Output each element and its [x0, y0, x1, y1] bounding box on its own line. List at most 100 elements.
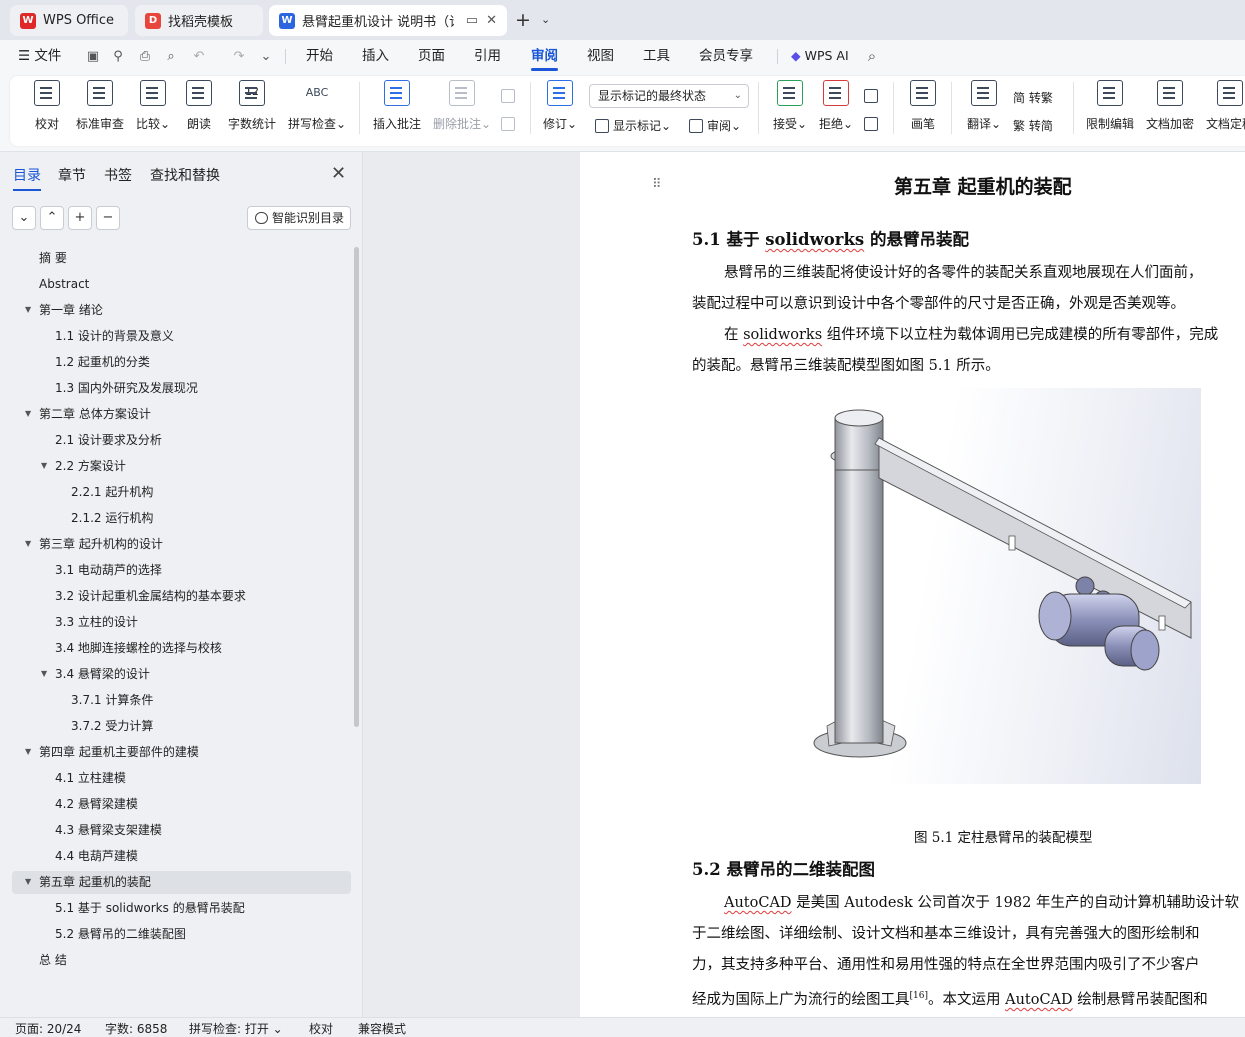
- drag-handle-icon[interactable]: ⠿: [652, 177, 662, 192]
- pen-button[interactable]: 画笔: [910, 80, 936, 132]
- delete-comment-button[interactable]: 删除批注⌄: [433, 80, 491, 132]
- smart-toc-button[interactable]: 智能识别目录: [247, 206, 351, 230]
- expand-triangle-icon[interactable]: ▼: [25, 403, 31, 425]
- expand-down-button[interactable]: ⌄: [12, 206, 36, 230]
- previous-change-button[interactable]: [864, 89, 882, 103]
- standard-review-button[interactable]: 标准审查: [76, 80, 124, 132]
- accept-button[interactable]: 接受⌄: [773, 80, 807, 132]
- doc-finalize-button[interactable]: 文档定稿: [1206, 80, 1245, 132]
- print-preview-icon[interactable]: ⌕: [163, 49, 179, 64]
- close-icon[interactable]: ✕: [331, 163, 346, 184]
- print-icon[interactable]: ⎙: [137, 49, 153, 64]
- toc-item[interactable]: 3.7.1 计算条件: [71, 689, 153, 711]
- word-count-button[interactable]: 12 字数统计: [228, 80, 276, 132]
- toc-item[interactable]: 4.1 立柱建模: [55, 767, 126, 789]
- restrict-edit-button[interactable]: 限制编辑: [1086, 80, 1134, 132]
- doc-encrypt-button[interactable]: 文档加密: [1146, 80, 1194, 132]
- tab-find-replace[interactable]: 查找和替换: [150, 165, 220, 185]
- toc-item[interactable]: 1.1 设计的背景及意义: [55, 325, 174, 347]
- next-comment-button[interactable]: [501, 117, 519, 131]
- markup-state-select[interactable]: 显示标记的最终状态 ⌄: [589, 84, 749, 108]
- add-heading-button[interactable]: +: [68, 206, 92, 230]
- toc-item[interactable]: 5.2 悬臂吊的二维装配图: [55, 923, 186, 945]
- link-icon[interactable]: ⚲: [110, 49, 126, 64]
- toc-item[interactable]: 3.7.2 受力计算: [71, 715, 153, 737]
- tab-toc[interactable]: 目录: [13, 165, 41, 191]
- redo-icon[interactable]: ↷: [231, 49, 247, 64]
- toc-item[interactable]: 总 结: [39, 949, 67, 971]
- wps-ai-button[interactable]: ◆ WPS AI: [791, 47, 849, 65]
- collapse-up-button[interactable]: ⌃: [40, 206, 64, 230]
- monitor-icon[interactable]: ▭: [466, 13, 478, 28]
- toc-item[interactable]: ▼ 第一章 绪论: [25, 299, 103, 321]
- toc-item[interactable]: 1.2 起重机的分类: [55, 351, 150, 373]
- spell-check-button[interactable]: ABC 拼写检查⌄: [288, 80, 346, 132]
- read-aloud-button[interactable]: 朗读: [186, 80, 212, 132]
- search-icon[interactable]: ⌕: [864, 49, 880, 64]
- toc-item[interactable]: ▼ 3.4 悬臂梁的设计: [41, 663, 150, 685]
- to-traditional-button[interactable]: 简 转繁: [1013, 89, 1053, 106]
- toc-item[interactable]: 4.2 悬臂梁建模: [55, 793, 138, 815]
- expand-triangle-icon[interactable]: ▼: [25, 299, 31, 321]
- chevron-down-icon[interactable]: ⌄: [541, 13, 550, 26]
- menu-view[interactable]: 视图: [587, 47, 614, 65]
- close-icon[interactable]: ✕: [486, 13, 497, 28]
- save-icon[interactable]: ▣: [85, 49, 101, 64]
- toc-item[interactable]: ▼ 第二章 总体方案设计: [25, 403, 151, 425]
- undo-icon[interactable]: ↶: [191, 49, 207, 64]
- toc-item[interactable]: ▼ 第四章 起重机主要部件的建模: [25, 741, 199, 763]
- menu-review[interactable]: 审阅: [531, 47, 558, 71]
- new-tab-button[interactable]: +: [515, 10, 531, 30]
- spell-check-status[interactable]: 拼写检查: 打开 ⌄: [189, 1020, 283, 1037]
- toc-item[interactable]: 4.3 悬臂梁支架建模: [55, 819, 162, 841]
- remove-heading-button[interactable]: −: [96, 206, 120, 230]
- toc-item[interactable]: 3.3 立柱的设计: [55, 611, 138, 633]
- menu-member[interactable]: 会员专享: [699, 47, 753, 65]
- show-markup-button[interactable]: 显示标记 ⌄: [595, 117, 671, 134]
- compare-button[interactable]: 比较⌄: [136, 80, 170, 132]
- expand-triangle-icon[interactable]: ▼: [25, 871, 31, 893]
- tab-current-document[interactable]: W 悬臂起重机设计 说明书（论文 ▭ ✕: [269, 5, 507, 36]
- reject-button[interactable]: 拒绝⌄: [819, 80, 853, 132]
- toc-item[interactable]: 2.1 设计要求及分析: [55, 429, 162, 451]
- expand-triangle-icon[interactable]: ▼: [41, 663, 47, 685]
- expand-triangle-icon[interactable]: ▼: [41, 455, 47, 477]
- scrollbar[interactable]: [354, 247, 359, 727]
- word-count-indicator[interactable]: 字数: 6858: [105, 1020, 167, 1037]
- toc-item[interactable]: 4.4 电葫芦建模: [55, 845, 138, 867]
- tab-chapters[interactable]: 章节: [58, 165, 86, 185]
- next-change-button[interactable]: [864, 117, 882, 131]
- proofread-status[interactable]: 校对: [309, 1020, 333, 1037]
- toc-item[interactable]: ▼ 第五章 起重机的装配: [25, 871, 151, 893]
- toc-item[interactable]: Abstract: [39, 273, 89, 295]
- toc-item[interactable]: 1.3 国内外研究及发展现况: [55, 377, 198, 399]
- toc-item[interactable]: 3.2 设计起重机金属结构的基本要求: [55, 585, 246, 607]
- previous-comment-button[interactable]: [501, 89, 519, 103]
- proofread-button[interactable]: 校对: [34, 80, 60, 132]
- tab-bookmarks[interactable]: 书签: [104, 165, 132, 185]
- menu-tools[interactable]: 工具: [643, 47, 670, 65]
- insert-comment-button[interactable]: 插入批注: [373, 80, 421, 132]
- menu-insert[interactable]: 插入: [362, 47, 389, 65]
- toc-item[interactable]: 3.1 电动葫芦的选择: [55, 559, 162, 581]
- translate-button[interactable]: 翻译⌄: [967, 80, 1001, 132]
- expand-triangle-icon[interactable]: ▼: [25, 741, 31, 763]
- review-pane-button[interactable]: 审阅 ⌄: [689, 117, 741, 134]
- toc-item[interactable]: ▼ 第三章 起升机构的设计: [25, 533, 163, 555]
- toc-item[interactable]: 摘 要: [39, 247, 67, 269]
- toc-item[interactable]: 5.1 基于 solidworks 的悬臂吊装配: [55, 897, 245, 919]
- menu-references[interactable]: 引用: [474, 47, 501, 65]
- revise-button[interactable]: 修订⌄: [543, 80, 577, 132]
- file-menu[interactable]: ☰ 文件: [18, 47, 61, 65]
- page-indicator[interactable]: 页面: 20/24: [15, 1020, 81, 1037]
- to-simplified-button[interactable]: 繁 转简: [1013, 117, 1053, 134]
- citation-ref[interactable]: [16]: [910, 991, 928, 1001]
- menu-page[interactable]: 页面: [418, 47, 445, 65]
- toc-item[interactable]: 3.4 地脚连接螺栓的选择与校核: [55, 637, 222, 659]
- toc-item[interactable]: ▼ 2.2 方案设计: [41, 455, 126, 477]
- expand-triangle-icon[interactable]: ▼: [25, 533, 31, 555]
- toc-item[interactable]: 2.2.1 起升机构: [71, 481, 153, 503]
- chevron-down-icon[interactable]: ⌄: [258, 49, 274, 64]
- menu-home[interactable]: 开始: [306, 47, 333, 65]
- toc-item[interactable]: 2.1.2 运行机构: [71, 507, 153, 529]
